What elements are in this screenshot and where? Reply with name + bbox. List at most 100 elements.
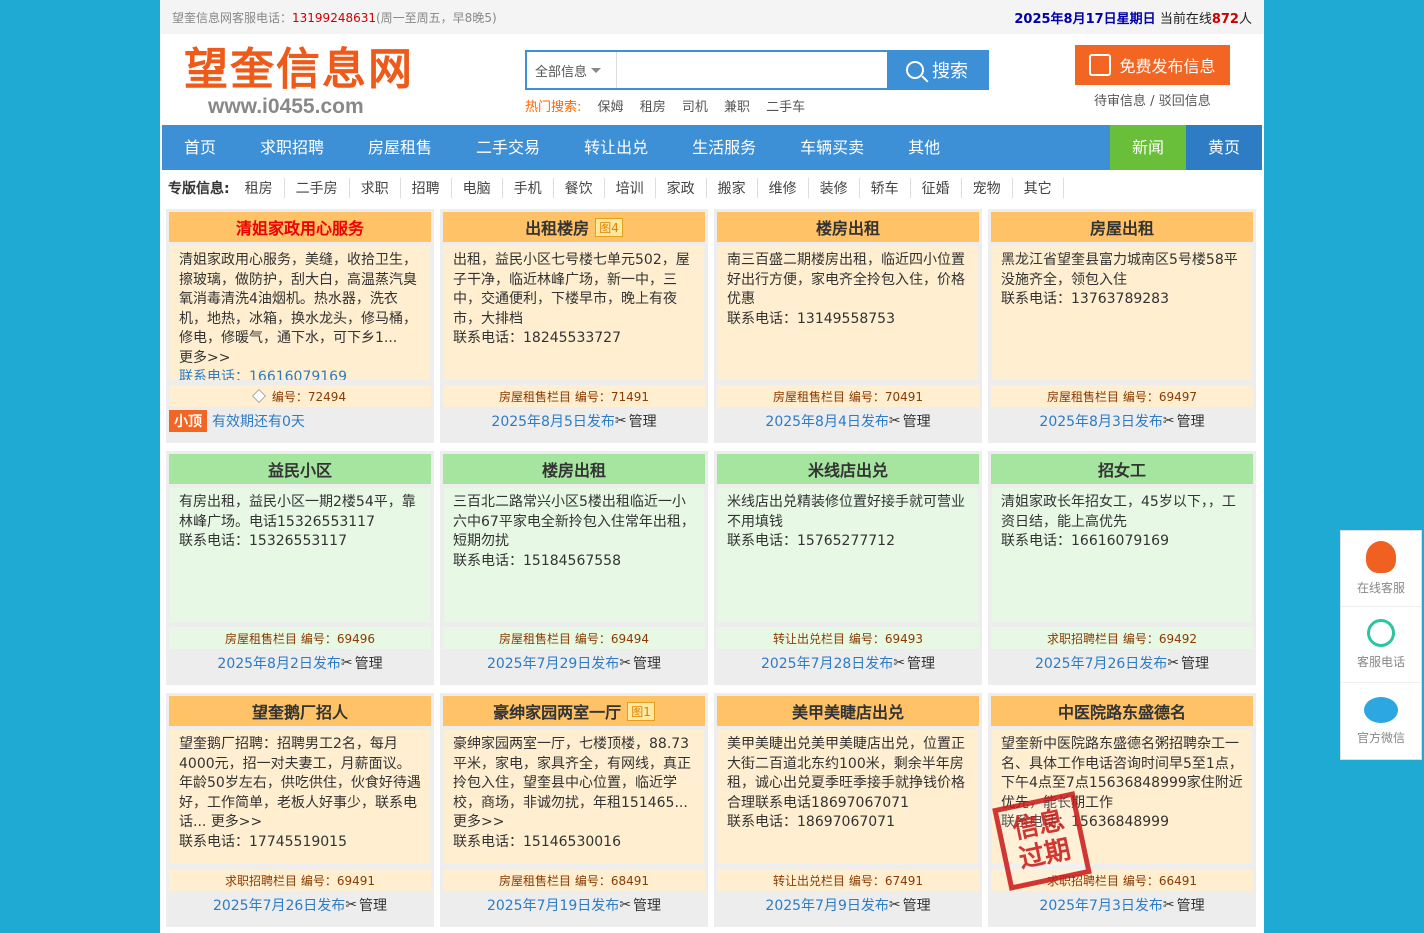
scissors-icon: ✂ [1162,413,1175,429]
wechat-button[interactable]: 官方微信 [1341,683,1421,759]
manage-link[interactable]: 管理 [355,653,383,673]
manage-link[interactable]: 管理 [633,653,661,673]
card-footer: 2025年8月3日发布 ✂ 管理 [991,407,1253,435]
hot-keyword[interactable]: 租房 [640,100,666,115]
listing-card: 中医院路东盛德名 望奎新中医院路东盛德名粥招聘杂工一名、具体工作电话咨询时间早5… [988,693,1256,927]
card-title[interactable]: 益民小区 [169,454,431,484]
scissors-icon: ✂ [1162,897,1175,913]
service-phone-button[interactable]: 客服电话 [1341,607,1421,683]
category-tag[interactable]: 征婚 [911,178,962,198]
nav-item[interactable]: 车辆买卖 [778,125,886,170]
category-tag[interactable]: 二手房 [285,178,350,198]
category-tag[interactable]: 轿车 [860,178,911,198]
logo[interactable]: 望奎信息网 www.i0455.com [184,44,424,124]
card-title[interactable]: 招女工 [991,454,1253,484]
card-date: 2025年7月26日发布 [1034,656,1168,672]
post-sublinks: 待审信息 / 驳回信息 [1094,90,1211,109]
top-bar: 望奎信息网客服电话：13199248631(周一至周五，早8晚5) 2025年8… [160,0,1264,34]
card-meta: 编号：72494 [169,385,431,407]
card-body: 豪绅家园两室一厅，七楼顶楼，88.73平米，家电，家具齐全，有网线，真正拎包入住… [443,729,705,865]
category-tag[interactable]: 宠物 [962,178,1013,198]
post-button-label: 免费发布信息 [1119,57,1216,76]
category-tag[interactable]: 求职 [350,178,401,198]
manage-link[interactable]: 管理 [1181,653,1209,673]
online-service-button[interactable]: 在线客服 [1341,531,1421,607]
manage-link[interactable]: 管理 [1177,411,1205,431]
nav-item[interactable]: 转让出兑 [562,125,670,170]
current-date: 2025年8月17日星期日 [1014,11,1156,27]
more-link[interactable]: 更多>> [453,814,504,830]
nav-item[interactable]: 求职招聘 [238,125,346,170]
listing-card: 出租楼房 图4 出租，益民小区七号楼七单元502，屋子干净，临近林峰广场，新一中，… [440,209,708,443]
service-phone: 13199248631 [292,10,376,25]
card-validity: 有效期还有0天 [212,414,305,430]
more-link[interactable]: 更多>> [179,350,230,366]
category-tag[interactable]: 电脑 [452,178,503,198]
manage-link[interactable]: 管理 [359,895,387,915]
card-date: 2025年7月26日发布 [212,898,346,914]
category-select[interactable]: 全部信息 [527,52,617,88]
category-tag[interactable]: 手机 [503,178,554,198]
hot-keyword[interactable]: 司机 [682,100,708,115]
card-title[interactable]: 出租楼房 图4 [443,212,705,242]
search-button-label: 搜索 [932,61,968,82]
category-tag[interactable]: 餐饮 [554,178,605,198]
card-title-text: 出租楼房 [525,219,590,238]
card-title[interactable]: 清姐家政用心服务 [169,212,431,242]
pending-link[interactable]: 待审信息 [1094,94,1146,109]
category-tag[interactable]: 搬家 [707,178,758,198]
nav-yellow-pages[interactable]: 黄页 [1185,125,1262,170]
search-input[interactable] [617,52,887,88]
floating-contact-panel: 在线客服 客服电话 官方微信 [1340,530,1422,760]
scissors-icon: ✂ [888,413,901,429]
card-title[interactable]: 楼房出租 [717,212,979,242]
hot-keyword[interactable]: 二手车 [766,100,805,115]
manage-link[interactable]: 管理 [903,895,931,915]
category-tag[interactable]: 装修 [809,178,860,198]
card-body: 美甲美睫出兑美甲美睫店出兑，位置正大街二百道北东约100米，剩余半年房租，诚心出… [717,729,979,865]
top-badge: 小顶 [169,410,207,432]
category-tag[interactable]: 租房 [234,178,285,198]
category-tag[interactable]: 家政 [656,178,707,198]
card-title[interactable]: 豪绅家园两室一厅 图1 [443,696,705,726]
category-tag[interactable]: 培训 [605,178,656,198]
chevron-down-icon [591,67,602,73]
image-count-badge: 图4 [595,217,623,237]
category-tag[interactable]: 维修 [758,178,809,198]
manage-link[interactable]: 管理 [1177,895,1205,915]
nav-item[interactable]: 首页 [162,125,238,170]
headset-icon [1367,619,1395,647]
card-title[interactable]: 望奎鹅厂招人 [169,696,431,726]
nav-item[interactable]: 二手交易 [454,125,562,170]
card-title[interactable]: 美甲美睫店出兑 [717,696,979,726]
more-link[interactable]: 更多>> [211,814,262,830]
nav-news[interactable]: 新闻 [1109,125,1186,170]
manage-link[interactable]: 管理 [907,653,935,673]
rejected-link[interactable]: 驳回信息 [1159,94,1211,109]
card-title[interactable]: 房屋出租 [991,212,1253,242]
manage-link[interactable]: 管理 [903,411,931,431]
manage-link[interactable]: 管理 [633,895,661,915]
card-title[interactable]: 楼房出租 [443,454,705,484]
hot-keyword[interactable]: 保姆 [598,100,624,115]
manage-link[interactable]: 管理 [629,411,657,431]
scissors-icon: ✂ [345,897,358,913]
hot-keyword[interactable]: 兼职 [724,100,750,115]
card-title[interactable]: 中医院路东盛德名 [991,696,1253,726]
card-title[interactable]: 米线店出兑 [717,454,979,484]
nav-item[interactable]: 生活服务 [670,125,778,170]
online-info: 2025年8月17日星期日 当前在线872人 [1014,8,1252,27]
scissors-icon: ✂ [340,655,353,671]
category-tag[interactable]: 其它 [1013,178,1064,198]
card-meta: 房屋租售栏目 编号：69497 [991,385,1253,407]
search-button[interactable]: 搜索 [887,52,987,88]
category-tag[interactable]: 招聘 [401,178,452,198]
nav-item[interactable]: 房屋租售 [346,125,454,170]
card-phone: 联系电话：15184567558 [453,552,621,569]
listing-card: 招女工 清姐家政长年招女工，45岁以下，，工资日结，能上高优先 联系电话：1661… [988,451,1256,685]
post-info-button[interactable]: 免费发布信息 [1075,45,1230,85]
card-footer: 2025年7月3日发布 ✂ 管理 [991,891,1253,919]
card-title-text: 美甲美睫店出兑 [791,703,904,722]
nav-item[interactable]: 其他 [886,125,962,170]
card-footer: 2025年8月4日发布 ✂ 管理 [717,407,979,435]
